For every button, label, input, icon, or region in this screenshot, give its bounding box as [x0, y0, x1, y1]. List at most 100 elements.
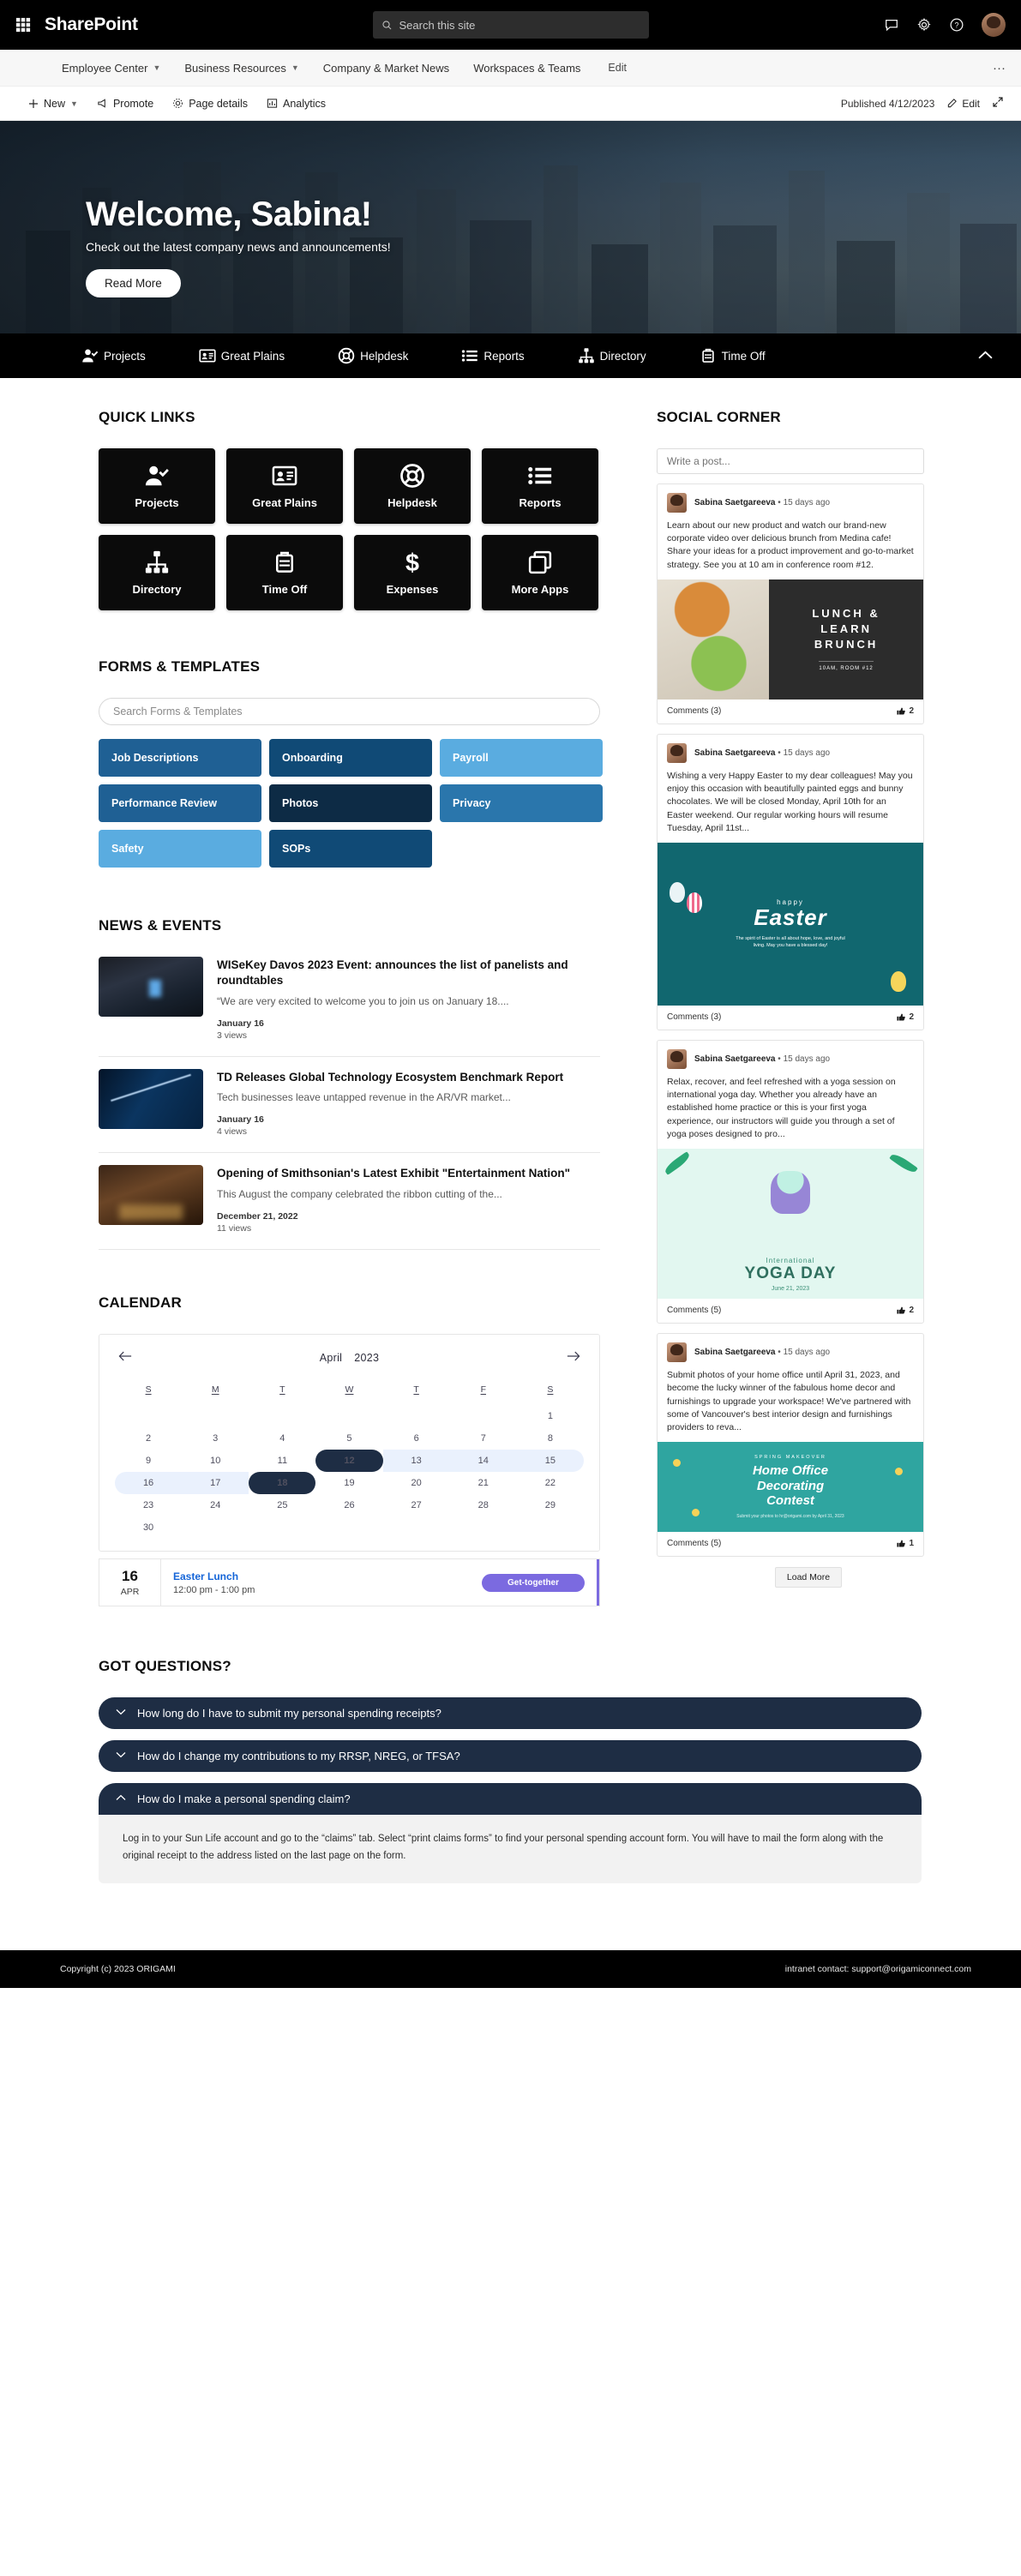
iconnav-item-great-plains[interactable]: Great Plains — [199, 347, 285, 364]
page-details-button[interactable]: Page details — [163, 90, 257, 117]
calendar-day-in-range[interactable]: 16 — [115, 1471, 183, 1494]
suite-search-box[interactable]: Search this site — [372, 11, 649, 39]
post-comments-link[interactable]: Comments (3) — [667, 1012, 721, 1022]
calendar-day[interactable]: 9 — [115, 1450, 182, 1472]
calendar-day[interactable]: 28 — [450, 1494, 517, 1516]
calendar-day[interactable]: 30 — [115, 1516, 182, 1539]
post-comments-link[interactable]: Comments (5) — [667, 1306, 721, 1315]
post-likes[interactable]: 2 — [897, 1012, 914, 1022]
calendar-day[interactable]: 25 — [249, 1494, 315, 1516]
chevron-up-icon — [116, 1793, 126, 1804]
forms-tile-safety[interactable]: Safety — [99, 830, 261, 868]
calendar-day[interactable]: 22 — [517, 1472, 584, 1494]
forms-tile-job-descriptions[interactable]: Job Descriptions — [99, 739, 261, 777]
sharepoint-logo[interactable]: SharePoint — [45, 15, 138, 35]
forms-tile-privacy[interactable]: Privacy — [440, 784, 603, 822]
calendar-day[interactable]: 6 — [383, 1427, 450, 1450]
load-more-button[interactable]: Load More — [774, 1567, 843, 1588]
forms-tile-onboarding[interactable]: Onboarding — [269, 739, 432, 777]
edit-page-button[interactable]: Edit — [946, 90, 980, 117]
promote-button[interactable]: Promote — [87, 90, 163, 117]
calendar-day[interactable]: 29 — [517, 1494, 584, 1516]
calendar-day[interactable]: 4 — [249, 1427, 315, 1450]
news-item[interactable]: TD Releases Global Technology Ecosystem … — [99, 1057, 600, 1154]
iconnav-item-projects[interactable]: Projects — [81, 347, 146, 364]
new-button[interactable]: New ▼ — [19, 90, 87, 117]
quick-link-expenses[interactable]: $ Expenses — [354, 535, 471, 610]
dollar-icon: $ — [399, 549, 425, 575]
forms-tile-sops[interactable]: SOPs — [269, 830, 432, 868]
nav-item-business-resources[interactable]: Business Resources ▼ — [172, 50, 310, 87]
quick-link-reports[interactable]: Reports — [482, 448, 598, 524]
quick-link-projects[interactable]: Projects — [99, 448, 215, 524]
calendar-day[interactable]: 27 — [383, 1494, 450, 1516]
nav-item-workspaces-teams[interactable]: Workspaces & Teams — [461, 50, 592, 87]
news-item[interactable]: WISeKey Davos 2023 Event: announces the … — [99, 957, 600, 1057]
quick-link-more-apps[interactable]: More Apps — [482, 535, 598, 610]
iconnav-item-directory[interactable]: Directory — [578, 347, 646, 364]
calendar-day[interactable]: 20 — [383, 1472, 450, 1494]
post-comments-link[interactable]: Comments (3) — [667, 706, 721, 716]
expand-icon[interactable] — [992, 96, 1004, 111]
chat-icon[interactable] — [884, 17, 899, 33]
post-likes[interactable]: 2 — [897, 1306, 914, 1315]
calendar-day-selected[interactable]: 18 — [249, 1471, 316, 1494]
new-label: New — [44, 97, 66, 110]
forms-tile-performance-review[interactable]: Performance Review — [99, 784, 261, 822]
nav-edit-button[interactable]: Edit — [592, 50, 639, 87]
user-avatar[interactable] — [982, 13, 1006, 37]
post-comments-link[interactable]: Comments (5) — [667, 1539, 721, 1548]
quick-link-helpdesk[interactable]: Helpdesk — [354, 448, 471, 524]
quick-link-directory[interactable]: Directory — [99, 535, 215, 610]
calendar-day-in-range[interactable]: 17 — [182, 1471, 249, 1494]
calendar-day[interactable]: 2 — [115, 1427, 182, 1450]
iconnav-item-reports[interactable]: Reports — [461, 347, 525, 364]
news-item[interactable]: Opening of Smithsonian's Latest Exhibit … — [99, 1153, 600, 1250]
calendar-day[interactable]: 8 — [517, 1427, 584, 1450]
calendar-day-selected[interactable]: 12 — [315, 1449, 383, 1472]
chevron-up-icon[interactable] — [977, 347, 997, 364]
forms-tile-payroll[interactable]: Payroll — [440, 739, 603, 777]
calendar-day[interactable]: 21 — [450, 1472, 517, 1494]
calendar-day-in-range[interactable]: 14 — [449, 1449, 517, 1472]
calendar-event-row[interactable]: 16 APR Easter Lunch 12:00 pm - 1:00 pm G… — [99, 1558, 600, 1606]
faq-question-2[interactable]: How do I change my contributions to my R… — [99, 1739, 922, 1772]
iconnav-label: Helpdesk — [360, 349, 409, 363]
read-more-button[interactable]: Read More — [86, 269, 181, 297]
faq-section: GOT QUESTIONS? How long do I have to sub… — [0, 1606, 1021, 1883]
post-likes[interactable]: 1 — [897, 1539, 914, 1548]
waffle-icon[interactable] — [15, 17, 31, 33]
calendar-day-in-range[interactable]: 15 — [516, 1449, 584, 1472]
post-likes[interactable]: 2 — [897, 706, 914, 716]
analytics-button[interactable]: Analytics — [257, 90, 335, 117]
calendar-day[interactable]: 3 — [182, 1427, 249, 1450]
forms-search-input[interactable] — [99, 698, 600, 725]
calendar-day[interactable]: 5 — [315, 1427, 382, 1450]
calendar-day[interactable]: 1 — [517, 1405, 584, 1427]
calendar-day[interactable]: 19 — [315, 1472, 382, 1494]
nav-item-company-market-news[interactable]: Company & Market News — [311, 50, 461, 87]
calendar-day-in-range[interactable]: 13 — [382, 1449, 450, 1472]
event-time: 12:00 pm - 1:00 pm — [173, 1584, 255, 1595]
calendar-day[interactable]: 24 — [182, 1494, 249, 1516]
write-post-input[interactable] — [657, 448, 924, 474]
nav-overflow-icon[interactable]: ··· — [993, 61, 1021, 75]
arrow-right-icon[interactable] — [567, 1350, 580, 1366]
help-icon[interactable]: ? — [949, 17, 964, 33]
calendar-day[interactable]: 23 — [115, 1494, 182, 1516]
iconnav-item-time-off[interactable]: Time Off — [700, 347, 766, 364]
nav-item-employee-center[interactable]: Employee Center ▼ — [50, 50, 172, 87]
faq-question-3[interactable]: How do I make a personal spending claim? — [99, 1782, 922, 1815]
arrow-left-icon[interactable] — [118, 1350, 132, 1366]
calendar-day[interactable]: 10 — [182, 1450, 249, 1472]
calendar-day[interactable]: 11 — [249, 1450, 315, 1472]
event-title[interactable]: Easter Lunch — [173, 1570, 482, 1582]
settings-gear-icon[interactable] — [916, 17, 932, 33]
forms-tile-photos[interactable]: Photos — [269, 784, 432, 822]
calendar-day[interactable]: 7 — [450, 1427, 517, 1450]
quick-link-time-off[interactable]: Time Off — [226, 535, 343, 610]
faq-question-1[interactable]: How long do I have to submit my personal… — [99, 1696, 922, 1729]
quick-link-great-plains[interactable]: Great Plains — [226, 448, 343, 524]
calendar-day[interactable]: 26 — [315, 1494, 382, 1516]
iconnav-item-helpdesk[interactable]: Helpdesk — [338, 347, 408, 364]
